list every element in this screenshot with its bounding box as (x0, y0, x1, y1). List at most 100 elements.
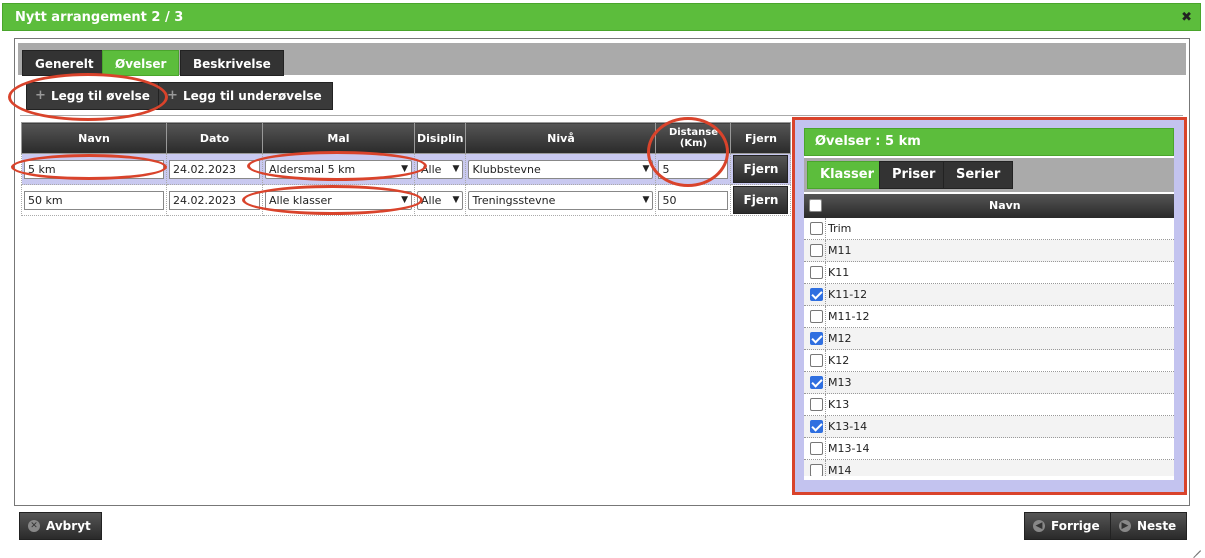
distanse-input[interactable]: 5 (658, 159, 729, 179)
col-disiplin[interactable]: Disiplin (413, 122, 467, 154)
fjern-button[interactable]: Fjern (733, 186, 789, 214)
tab-klasser[interactable]: Klasser (807, 161, 888, 189)
list-item[interactable]: M11-12 (804, 306, 1174, 328)
list-item[interactable]: K13-14 (804, 416, 1174, 438)
list-item[interactable]: M13 (804, 372, 1174, 394)
arrow-left-icon: ◀ (1033, 520, 1045, 532)
chevron-down-icon: ▼ (401, 163, 408, 174)
add-subevent-label: Legg til underøvelse (183, 89, 322, 103)
niva-value: Treningsstevne (472, 193, 556, 207)
tab-serier[interactable]: Serier (943, 161, 1014, 189)
disiplin-value: Alle (421, 193, 442, 207)
class-name: M14 (828, 464, 852, 476)
class-name: M11-12 (828, 310, 870, 323)
column-divider (825, 306, 826, 328)
tab-generelt[interactable]: Generelt (22, 50, 107, 76)
class-name: M12 (828, 332, 852, 345)
list-item[interactable]: M14 (804, 460, 1174, 476)
navn-input[interactable]: 50 km (24, 190, 164, 210)
class-checkbox[interactable] (810, 354, 823, 367)
mal-value: Aldersmal 5 km (269, 162, 356, 176)
col-distanse[interactable]: Distanse (Km) (655, 122, 732, 154)
disiplin-select[interactable]: Alle ▼ (417, 159, 464, 179)
list-item[interactable]: M11 (804, 240, 1174, 262)
class-checkbox[interactable] (810, 288, 823, 301)
table-row[interactable]: 5 km 24.02.2023 Aldersmal 5 km ▼ Alle ▼ Kl… (21, 153, 792, 185)
distanse-input[interactable]: 50 (658, 190, 729, 210)
events-table: Navn Dato Mal Disiplin Nivå Distanse (Km… (21, 122, 792, 216)
column-divider (825, 218, 826, 240)
class-name: K13-14 (828, 420, 868, 433)
column-divider (825, 262, 826, 284)
mal-select[interactable]: Alle klasser ▼ (265, 190, 412, 210)
previous-button[interactable]: ◀ Forrige (1024, 512, 1111, 540)
col-fjern[interactable]: Fjern (730, 122, 792, 154)
column-divider (825, 350, 826, 372)
dato-input[interactable]: 24.02.2023 (169, 190, 260, 210)
list-item[interactable]: M13-14 (804, 438, 1174, 460)
col-dato[interactable]: Dato (166, 122, 263, 154)
classes-header-label: Navn (989, 199, 1021, 212)
list-item[interactable]: K11 (804, 262, 1174, 284)
class-checkbox[interactable] (810, 442, 823, 455)
events-header-row: Navn Dato Mal Disiplin Nivå Distanse (Km… (21, 122, 792, 154)
class-checkbox[interactable] (810, 266, 823, 279)
col-navn[interactable]: Navn (21, 122, 167, 154)
dialog-titlebar: Nytt arrangement 2 / 3 ✖ (2, 3, 1201, 31)
classes-panel-inner: Øvelser : 5 km Klasser Priser Serier Nav… (804, 128, 1174, 480)
classes-list[interactable]: Trim M11 K11 K11-12 M11-12 M12 K12 M13 K13 K13-14… (804, 218, 1174, 476)
chevron-down-icon: ▼ (452, 194, 460, 205)
list-item[interactable]: K13 (804, 394, 1174, 416)
panel-title: Øvelser : 5 km (804, 128, 1174, 156)
dialog-title: Nytt arrangement 2 / 3 (15, 10, 184, 25)
class-name: M13 (828, 376, 852, 389)
dato-input[interactable]: 24.02.2023 (169, 159, 260, 179)
dialog: Nytt arrangement 2 / 3 ✖ Generelt Øvelse… (0, 0, 1205, 554)
list-item[interactable]: K12 (804, 350, 1174, 372)
class-checkbox[interactable] (810, 244, 823, 257)
next-button[interactable]: ▶ Neste (1110, 512, 1188, 540)
fjern-button[interactable]: Fjern (733, 155, 789, 183)
column-divider (825, 372, 826, 394)
cancel-button[interactable]: ✕ Avbryt (19, 512, 102, 540)
class-checkbox[interactable] (810, 464, 823, 476)
niva-select[interactable]: Klubbstevne ▼ (468, 159, 654, 179)
close-icon[interactable]: ✖ (1181, 10, 1192, 25)
close-icon: ✕ (28, 520, 40, 532)
class-checkbox[interactable] (810, 420, 823, 433)
tab-beskrivelse[interactable]: Beskrivelse (180, 50, 284, 76)
tab-priser[interactable]: Priser (879, 161, 949, 189)
mal-select[interactable]: Aldersmal 5 km ▼ (265, 159, 412, 179)
col-mal[interactable]: Mal (262, 122, 415, 154)
previous-label: Forrige (1051, 519, 1100, 533)
plus-icon: + (35, 88, 46, 103)
column-divider (825, 438, 826, 460)
resize-handle[interactable] (1191, 541, 1201, 551)
table-row[interactable]: 50 km 24.02.2023 Alle klasser ▼ Alle ▼ Tre… (21, 184, 792, 216)
class-checkbox[interactable] (810, 222, 823, 235)
col-niva[interactable]: Nivå (465, 122, 657, 154)
class-checkbox[interactable] (810, 376, 823, 389)
list-item[interactable]: Trim (804, 218, 1174, 240)
column-divider (825, 460, 826, 476)
add-subevent-button[interactable]: + Legg til underøvelse (158, 82, 333, 110)
plus-icon: + (167, 88, 178, 103)
tab-ovelser[interactable]: Øvelser (102, 50, 180, 76)
niva-value: Klubbstevne (472, 162, 541, 176)
tab-bar: Generelt Øvelser Beskrivelse (18, 43, 1186, 76)
disiplin-select[interactable]: Alle ▼ (417, 190, 464, 210)
select-all-checkbox[interactable] (809, 199, 822, 212)
column-divider (825, 394, 826, 416)
list-item[interactable]: M12 (804, 328, 1174, 350)
column-divider (825, 284, 826, 306)
classes-panel: Øvelser : 5 km Klasser Priser Serier Nav… (792, 117, 1187, 495)
list-item[interactable]: K11-12 (804, 284, 1174, 306)
chevron-down-icon: ▼ (642, 163, 650, 174)
class-checkbox[interactable] (810, 332, 823, 345)
add-event-button[interactable]: + Legg til øvelse (26, 82, 161, 110)
class-checkbox[interactable] (810, 398, 823, 411)
niva-select[interactable]: Treningsstevne ▼ (468, 190, 654, 210)
class-name: K12 (828, 354, 850, 367)
class-checkbox[interactable] (810, 310, 823, 323)
navn-input[interactable]: 5 km (24, 159, 164, 179)
